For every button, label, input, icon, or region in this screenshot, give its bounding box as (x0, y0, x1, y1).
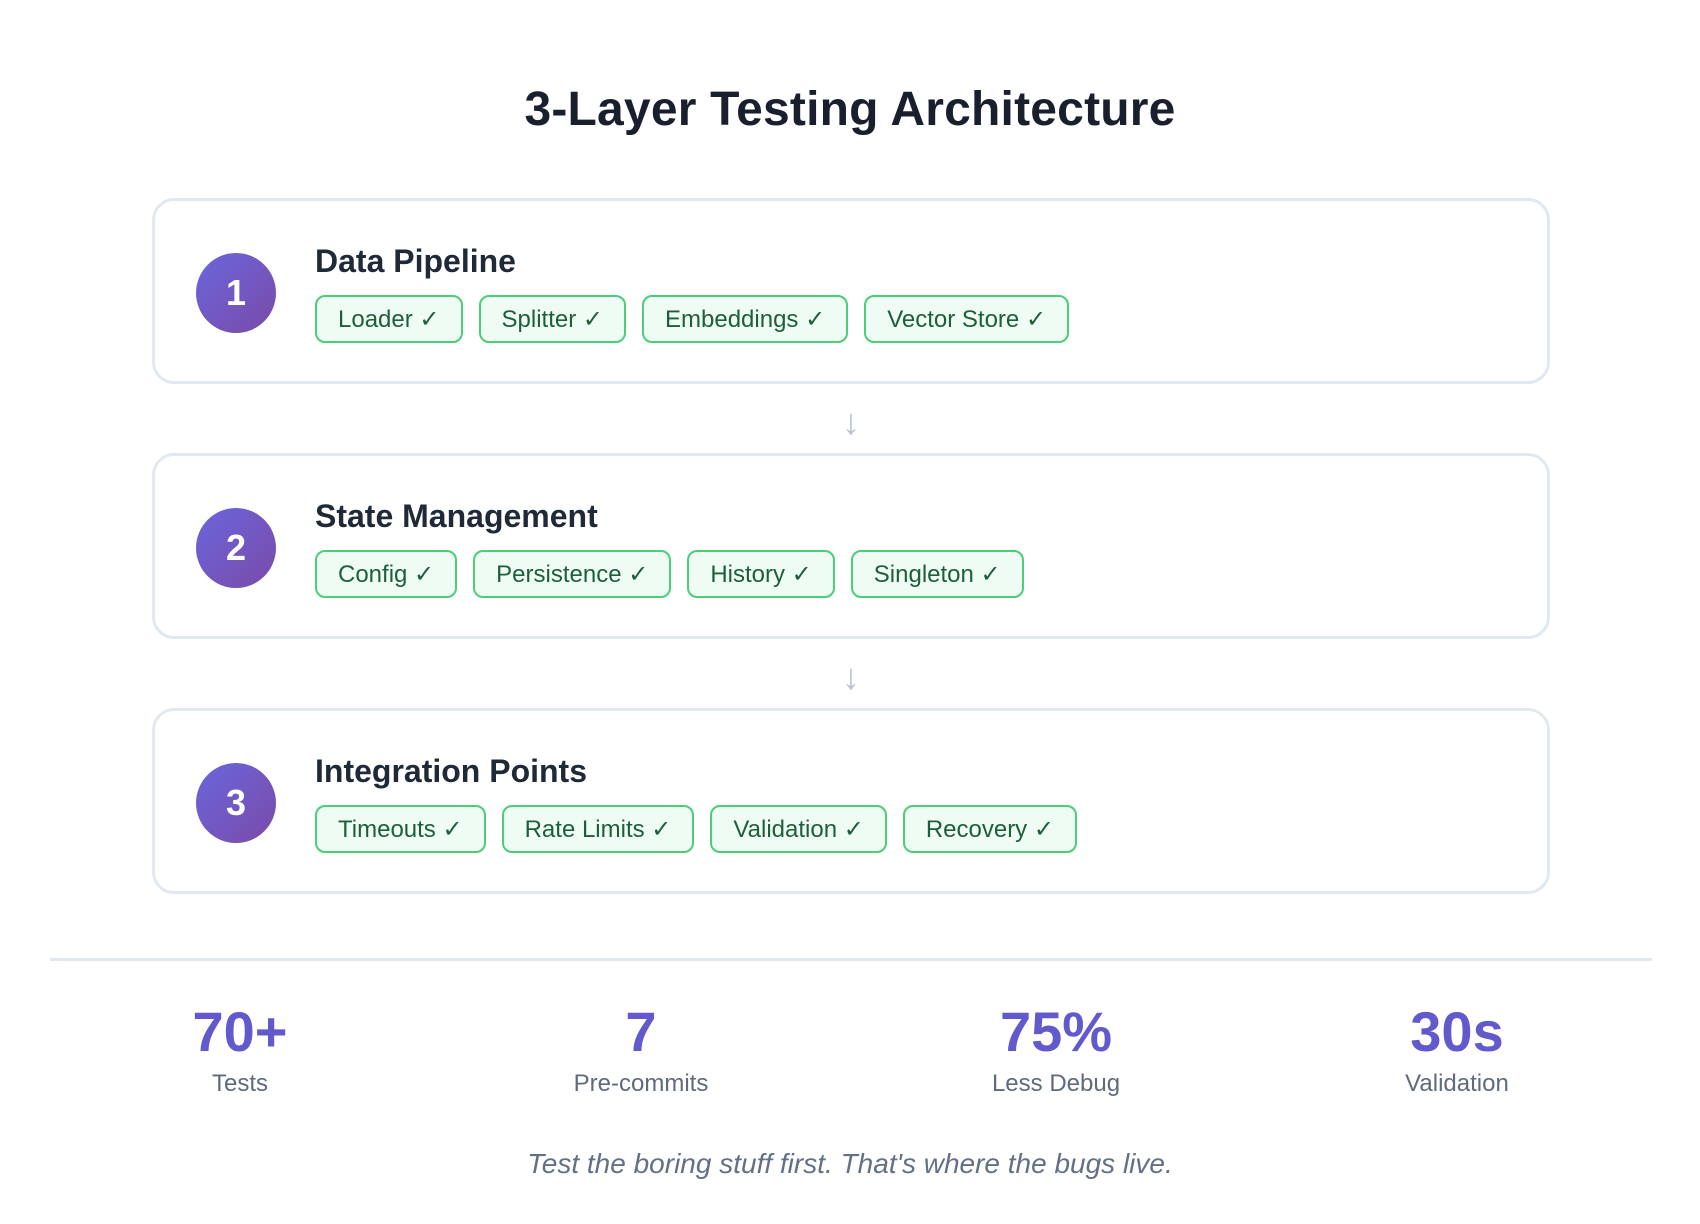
tag-list: Loader ✓ Splitter ✓ Embeddings ✓ Vector … (315, 295, 1070, 343)
layer-number-badge: 1 (196, 253, 276, 333)
page-title: 3-Layer Testing Architecture (524, 83, 1176, 136)
layer-title: State Management (315, 498, 598, 534)
tag-splitter: Splitter ✓ (478, 295, 626, 343)
stat-value: 30s (1410, 1000, 1504, 1063)
stat-value: 7 (625, 1000, 657, 1063)
tag-timeouts: Timeouts ✓ (315, 805, 486, 853)
stat-value: 75% (999, 1000, 1113, 1063)
tag-validation: Validation ✓ (710, 805, 887, 853)
layer-card-state-management: 2 State Management Config ✓ Persistence … (152, 453, 1550, 639)
tag-config: Config ✓ (315, 550, 458, 598)
stat-tests: 70+ Tests (90, 1004, 390, 1098)
tag-singleton: Singleton ✓ (850, 550, 1024, 598)
down-arrow-icon: ↓ (842, 401, 860, 442)
layer-number-badge: 3 (196, 763, 276, 843)
layer-title: Data Pipeline (315, 243, 516, 279)
stat-label: Tests (211, 1070, 268, 1097)
layer-title: Integration Points (315, 753, 587, 789)
tag-history: History ✓ (687, 550, 835, 598)
stat-label: Validation (1405, 1070, 1509, 1097)
tag-embeddings: Embeddings ✓ (642, 295, 849, 343)
layer-card-data-pipeline: 1 Data Pipeline Loader ✓ Splitter ✓ Embe… (152, 198, 1550, 384)
tag-loader: Loader ✓ (315, 295, 463, 343)
page: 3-Layer Testing Architecture 1 Data Pipe… (0, 0, 1700, 1224)
stat-pre-commits: 7 Pre-commits (491, 1004, 791, 1098)
stat-validation: 30s Validation (1307, 1004, 1607, 1098)
tagline: Test the boring stuff first. That's wher… (527, 1148, 1173, 1179)
stat-label: Pre-commits (573, 1070, 709, 1097)
tag-vector-store: Vector Store ✓ (864, 295, 1070, 343)
down-arrow-icon: ↓ (842, 656, 860, 697)
tag-rate-limits: Rate Limits ✓ (501, 805, 695, 853)
layer-card-integration-points: 3 Integration Points Timeouts ✓ Rate Lim… (152, 708, 1550, 894)
tag-recovery: Recovery ✓ (902, 805, 1077, 853)
tag-persistence: Persistence ✓ (473, 550, 672, 598)
stat-label: Less Debug (991, 1070, 1121, 1097)
stat-value: 70+ (192, 1000, 288, 1063)
stat-less-debug: 75% Less Debug (906, 1004, 1206, 1098)
divider (50, 958, 1652, 961)
layer-number-badge: 2 (196, 508, 276, 588)
tag-list: Timeouts ✓ Rate Limits ✓ Validation ✓ Re… (315, 805, 1077, 853)
tag-list: Config ✓ Persistence ✓ History ✓ Singlet… (315, 550, 1024, 598)
